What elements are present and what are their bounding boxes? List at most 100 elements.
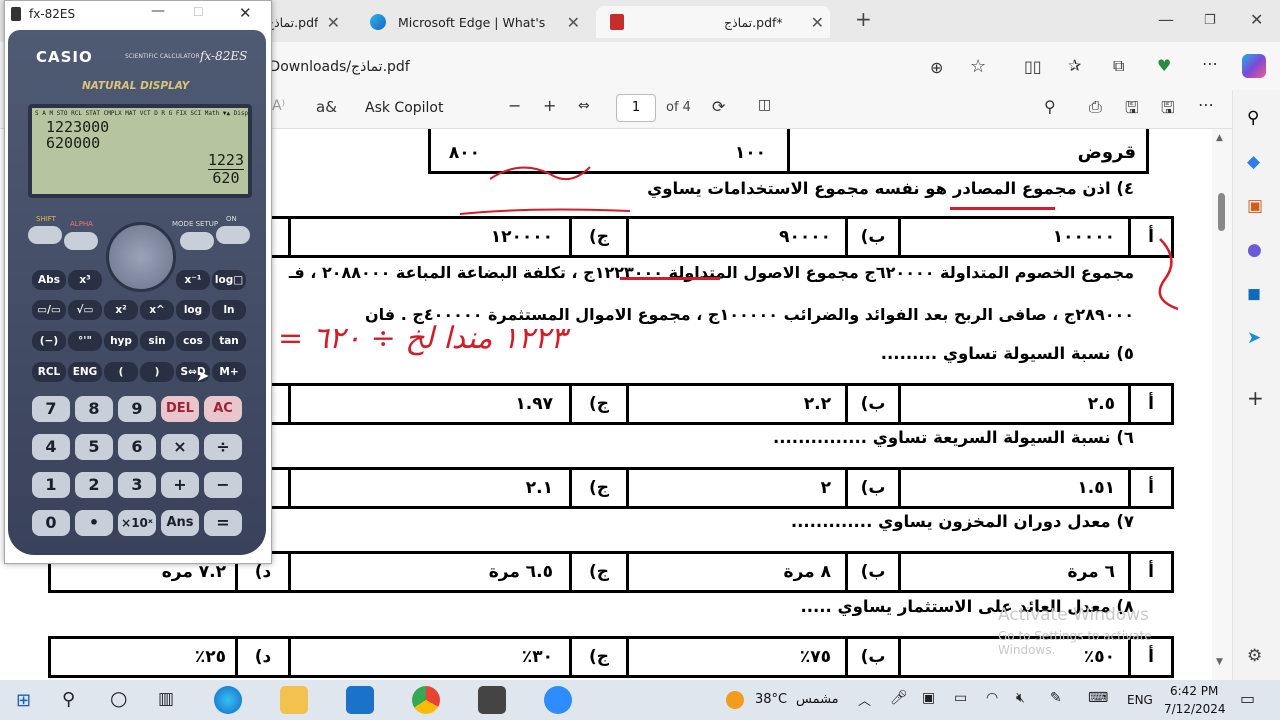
mic-icon[interactable]: 🎤︎ xyxy=(890,690,908,706)
key-0[interactable]: 0 xyxy=(32,510,70,536)
decimal-key[interactable]: • xyxy=(75,510,113,536)
weather-text[interactable]: مشمس xyxy=(796,692,839,707)
pen-icon[interactable]: ✎ xyxy=(1050,690,1062,706)
equals-key[interactable]: = xyxy=(204,510,242,536)
multiply-key[interactable]: × xyxy=(161,434,199,460)
square-key[interactable]: x² xyxy=(104,300,138,320)
page-view-icon[interactable]: ◫ xyxy=(758,97,771,113)
split-screen-icon[interactable]: ▯▯ xyxy=(1024,57,1042,76)
tag-icon[interactable]: ◆ xyxy=(1247,152,1260,172)
eng-key[interactable]: ENG xyxy=(68,362,102,382)
cos-key[interactable]: cos xyxy=(176,331,210,351)
tab-edge[interactable]: Microsoft Edge | What's Ne ✕ xyxy=(360,6,586,38)
collections-icon[interactable]: ⧉ xyxy=(1113,56,1124,76)
copilot-side-icon[interactable]: ● xyxy=(1247,240,1262,260)
close-paren-key[interactable]: ) xyxy=(140,362,174,382)
file-explorer-icon[interactable] xyxy=(280,686,308,714)
open-paren-key[interactable]: ( xyxy=(104,362,138,382)
key-8[interactable]: 8 xyxy=(75,396,113,422)
favorites-icon[interactable]: ✰ xyxy=(1068,56,1081,75)
page-number-input[interactable]: 1 xyxy=(616,94,656,122)
plus-key[interactable]: + xyxy=(161,472,199,498)
restore-icon[interactable]: ❐ xyxy=(1204,13,1216,28)
scrollbar[interactable]: ▲ ▼ xyxy=(1212,129,1232,680)
favorite-star-icon[interactable]: ☆ xyxy=(970,56,986,77)
fraction-key[interactable]: ▭/▭ xyxy=(32,300,66,320)
language-indicator[interactable]: ENG xyxy=(1127,693,1153,707)
translate-icon[interactable]: a& xyxy=(316,98,337,116)
key-4[interactable]: 4 xyxy=(32,434,70,460)
scroll-down-icon[interactable]: ▼ xyxy=(1216,657,1223,667)
tab-pdf-1[interactable]: تماذج.pdf ✕ xyxy=(262,6,346,38)
sin-key[interactable]: sin xyxy=(140,331,174,351)
copilot-icon[interactable] xyxy=(1242,54,1266,78)
cube-key[interactable]: x³ xyxy=(68,270,102,290)
zoom-out-button[interactable]: − xyxy=(508,96,521,115)
divide-key[interactable]: ÷ xyxy=(204,434,242,460)
notifications-icon[interactable]: ▭ xyxy=(1240,689,1255,708)
edge-taskbar-icon[interactable] xyxy=(214,686,242,714)
windows-start-icon[interactable]: ⊞ xyxy=(16,690,31,711)
save-icon[interactable]: 🖫 xyxy=(1125,97,1139,124)
calculator-taskbar-icon[interactable] xyxy=(478,686,506,714)
log-key[interactable]: log xyxy=(176,300,210,320)
settings-gear-icon[interactable]: ⚙ xyxy=(1247,646,1262,666)
negative-key[interactable]: (−) xyxy=(32,331,66,351)
volume-muted-icon[interactable]: 🔇︎ xyxy=(1016,690,1025,706)
key-1[interactable]: 1 xyxy=(32,472,70,498)
replay-dpad[interactable] xyxy=(106,222,176,292)
power-key[interactable]: x^ xyxy=(140,300,174,320)
inverse-key[interactable]: x⁻¹ xyxy=(176,270,210,290)
minimize-icon[interactable]: — xyxy=(1158,10,1174,29)
key-9[interactable]: 9 xyxy=(118,396,156,422)
shift-key[interactable] xyxy=(28,226,62,244)
more-menu-icon[interactable]: ⋯ xyxy=(1202,54,1218,73)
tools-icon[interactable]: ▣ xyxy=(1247,196,1263,216)
sqrt-key[interactable]: √▭ xyxy=(68,300,102,320)
zoom-icon[interactable]: ⊕ xyxy=(930,58,943,77)
log-base-key[interactable]: log□ xyxy=(212,270,246,290)
add-icon[interactable]: + xyxy=(1247,386,1264,410)
tan-key[interactable]: tan xyxy=(212,331,246,351)
key-2[interactable]: 2 xyxy=(75,472,113,498)
ans-key[interactable]: Ans xyxy=(161,510,199,536)
fit-page-icon[interactable]: ⇔ xyxy=(578,98,590,114)
rotate-icon[interactable]: ⟳ xyxy=(712,97,725,116)
rcl-key[interactable]: RCL xyxy=(32,362,66,382)
degree-key[interactable]: °'" xyxy=(68,331,102,351)
key-7[interactable]: 7 xyxy=(32,396,70,422)
weather-temp[interactable]: 38°C xyxy=(755,692,787,707)
weather-icon[interactable] xyxy=(726,691,744,709)
ask-copilot-button[interactable]: Ask Copilot xyxy=(365,100,444,116)
m-plus-key[interactable]: M+ xyxy=(212,362,246,382)
save-as-icon[interactable]: 🖫 xyxy=(1161,97,1175,124)
ac-key[interactable]: AC xyxy=(204,396,242,422)
close-window-icon[interactable]: ✕ xyxy=(239,4,252,22)
del-key[interactable]: DEL xyxy=(161,396,199,422)
clock-time[interactable]: 6:42 PM xyxy=(1170,684,1218,698)
search-icon[interactable]: ⚲ xyxy=(1247,108,1259,128)
search-icon[interactable]: ⚲ xyxy=(1044,97,1056,116)
mode-key[interactable] xyxy=(180,232,214,250)
abs-key[interactable]: Abs xyxy=(32,270,66,290)
scroll-up-icon[interactable]: ▲ xyxy=(1216,133,1223,143)
on-key[interactable] xyxy=(216,226,250,244)
zoom-in-button[interactable]: + xyxy=(543,96,556,115)
send-icon[interactable]: ➤ xyxy=(1247,328,1261,348)
key-3[interactable]: 3 xyxy=(118,472,156,498)
tab-pdf-active[interactable]: تماذج.pdf* ✕ xyxy=(596,6,830,38)
url-field[interactable]: //Downloads/تماذج.pdf xyxy=(260,50,920,84)
zoom-icon[interactable] xyxy=(544,686,572,714)
chrome-icon[interactable] xyxy=(412,686,440,714)
close-tab-icon[interactable]: ✕ xyxy=(811,13,824,32)
scroll-thumb[interactable] xyxy=(1218,193,1225,231)
wifi-icon[interactable]: ◠ xyxy=(986,690,998,706)
cortana-icon[interactable]: ○ xyxy=(110,686,127,710)
close-tab-icon[interactable]: ✕ xyxy=(567,13,580,32)
browser-essentials-icon[interactable]: ♥ xyxy=(1157,56,1171,75)
camera-icon[interactable]: ▣ xyxy=(922,690,935,706)
minimize-icon[interactable]: — xyxy=(151,3,165,19)
maximize-icon[interactable]: ☐ xyxy=(193,5,204,19)
read-aloud-icon[interactable]: A⁾ xyxy=(272,98,285,114)
key-5[interactable]: 5 xyxy=(75,434,113,460)
